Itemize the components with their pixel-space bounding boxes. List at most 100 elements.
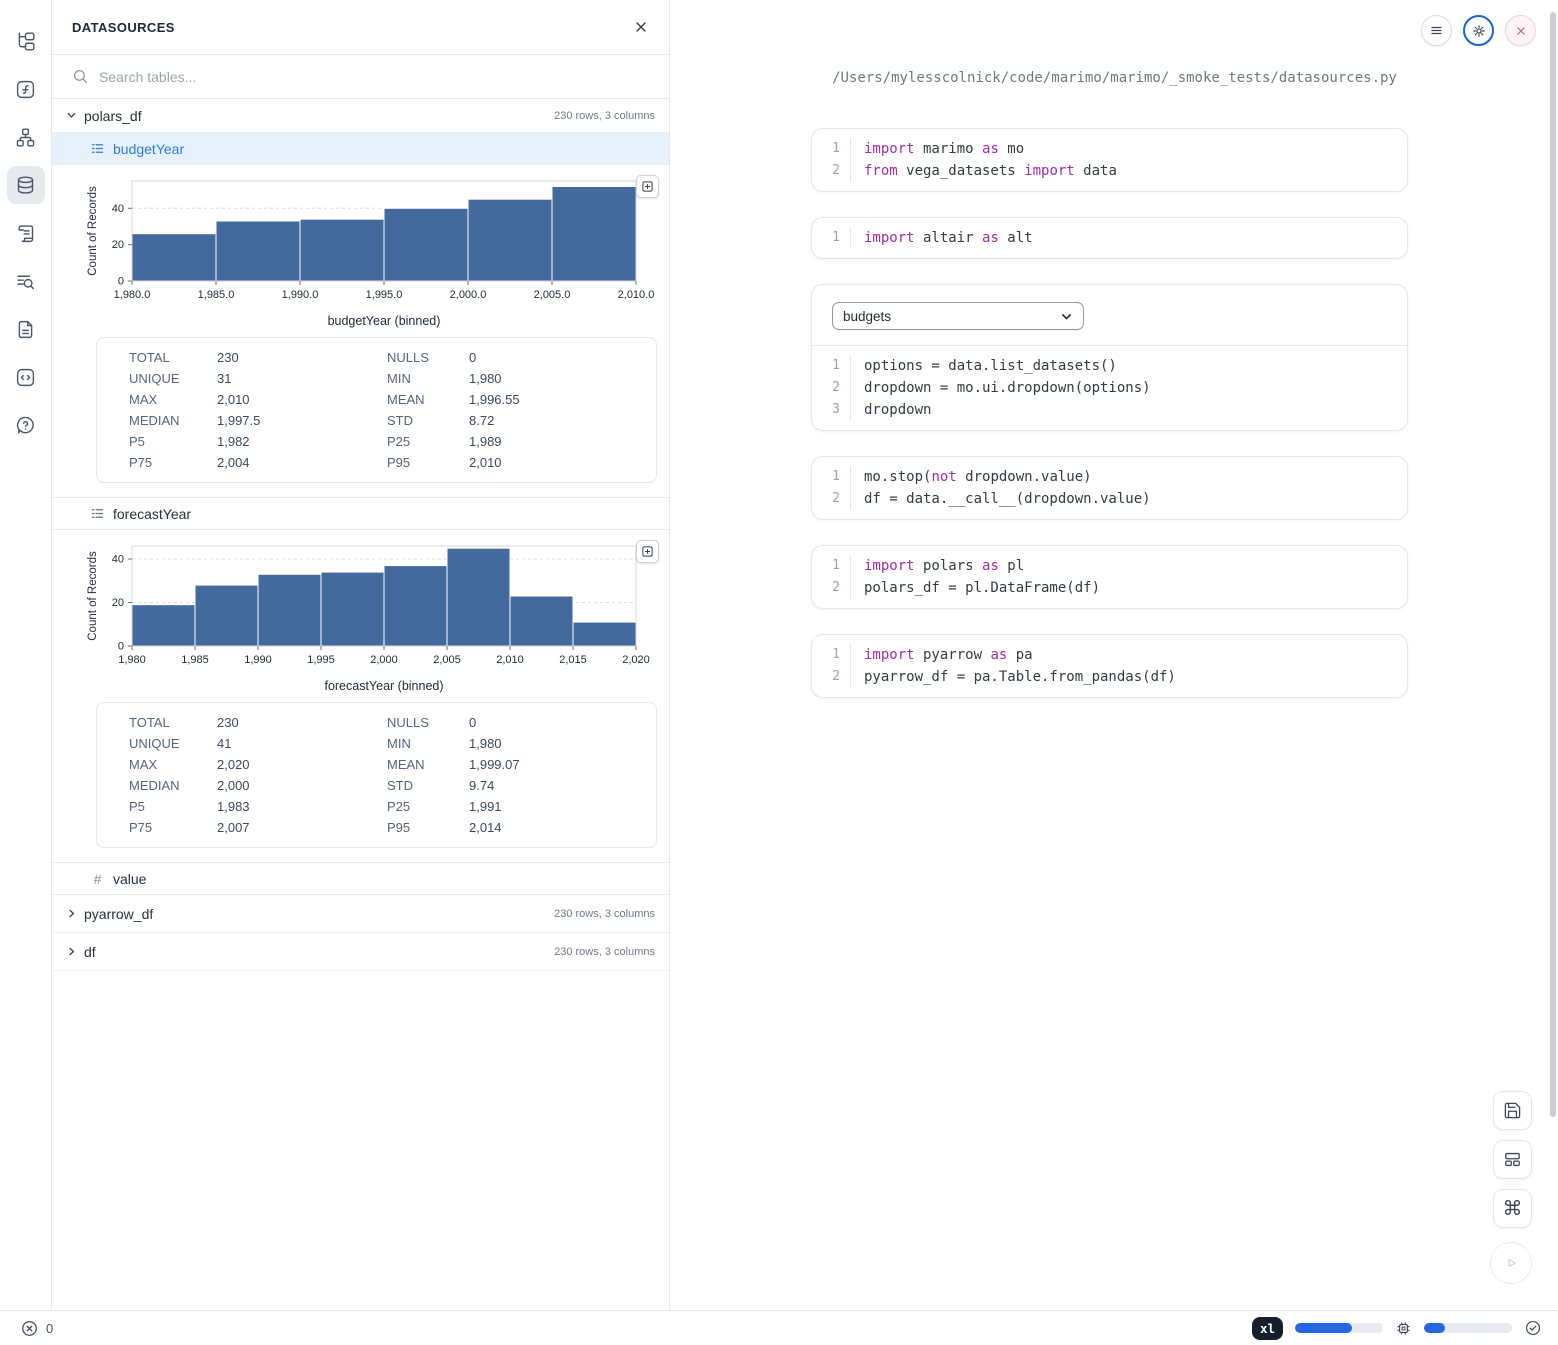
code-cell[interactable]: budgets 1options = data.list_datasets()2d… [811,284,1408,431]
column-row-value[interactable]: # value [52,862,669,895]
menu-button[interactable] [1421,15,1452,46]
table-meta: 230 rows, 3 columns [554,110,655,122]
save-icon [1503,1101,1522,1120]
connection-check-icon[interactable] [1524,1319,1542,1337]
stat-label: P75 [129,817,217,838]
close-icon [633,19,649,35]
column-row-budgetYear[interactable]: budgetYear [52,132,669,165]
code-line[interactable]: 1mo.stop(not dropdown.value) [812,466,1407,488]
stat-value: 31 [217,368,387,389]
sidebar-item-search[interactable] [7,262,45,300]
code-line[interactable]: 2polars_df = pl.DataFrame(df) [812,577,1407,599]
code-line[interactable]: 2df = data.__call__(dropdown.value) [812,488,1407,510]
code-cell[interactable]: 1import marimo as mo2from vega_datasets … [811,128,1408,192]
table-meta: 230 rows, 3 columns [554,908,655,920]
stat-label: MEAN [387,754,469,775]
chevron-down-icon [66,110,77,121]
code-line[interactable]: 2dropdown = mo.ui.dropdown(options) [812,377,1407,399]
histogram-bar [552,187,636,282]
svg-text:2,010.0: 2,010.0 [618,289,655,301]
sidebar-item-logs[interactable] [7,214,45,252]
table-row-polars-df[interactable]: polars_df 230 rows, 3 columns [52,99,669,132]
shutdown-button[interactable] [1505,15,1536,46]
svg-text:2,000.0: 2,000.0 [450,289,487,301]
cell-output: budgets [812,294,1407,346]
scrollbar-thumb[interactable] [1550,12,1556,1117]
command-icon: ⌘ [1503,1196,1523,1221]
line-number: 2 [812,488,850,510]
column-name: forecastYear [113,506,191,522]
expand-chart-button[interactable] [636,175,659,198]
svg-text:1,995.0: 1,995.0 [366,289,403,301]
stat-value: 2,004 [217,452,387,473]
run-all-button[interactable] [1490,1242,1532,1284]
line-number: 1 [812,355,850,377]
sidebar-item-snippets[interactable] [7,310,45,348]
budgetYear-chart-block: 020401,980.01,985.01,990.01,995.02,000.0… [52,165,669,333]
search-icon [72,68,89,85]
histogram-bar [216,221,300,281]
sidebar-item-dependencies[interactable] [7,118,45,156]
save-button[interactable] [1493,1091,1532,1130]
hamburger-menu-icon [1429,23,1444,38]
sidebar-item-console[interactable] [7,358,45,396]
keyboard-shortcuts-button[interactable]: ⌘ [1493,1189,1532,1228]
memory-meter [1424,1323,1512,1333]
code-line[interactable]: 1import pyarrow as pa [812,644,1407,666]
close-panel-button[interactable] [633,19,649,35]
svg-text:2,005.0: 2,005.0 [534,289,571,301]
activity-rail [0,0,52,1310]
svg-text:Count of Records: Count of Records [87,551,99,641]
width-badge[interactable]: xl [1252,1317,1283,1340]
stat-label: P95 [387,817,469,838]
svg-text:40: 40 [112,203,124,215]
chevron-down-icon [1060,310,1073,323]
list-type-icon [90,506,105,521]
stat-value: 230 [217,712,387,733]
chevron-right-icon [66,946,77,957]
stat-label: STD [387,410,469,431]
line-number: 1 [812,227,850,249]
code-cell[interactable]: 1import polars as pl2polars_df = pl.Data… [811,545,1408,609]
forecastYear-stats: TOTAL230NULLS0UNIQUE41MIN1,980MAX2,020ME… [96,702,657,848]
table-row-df[interactable]: df 230 rows, 3 columns [52,933,669,971]
sidebar-item-help[interactable] [7,406,45,444]
status-bar: 0 xl [0,1310,1558,1345]
code-line[interactable]: 1import altair as alt [812,227,1407,249]
search-input[interactable] [99,69,649,85]
expand-chart-button[interactable] [636,540,659,563]
histogram-bar [447,548,510,646]
column-name: value [113,871,146,887]
code-line[interactable]: 2from vega_datasets import data [812,160,1407,182]
svg-text:0: 0 [118,641,124,653]
settings-button[interactable] [1463,15,1494,46]
code-line[interactable]: 3dropdown [812,399,1407,421]
code-line[interactable]: 1import marimo as mo [812,138,1407,160]
sidebar-item-functions[interactable] [7,70,45,108]
code-cell[interactable]: 1import altair as alt [811,217,1408,259]
column-row-forecastYear[interactable]: forecastYear [52,497,669,530]
code-cell[interactable]: 1mo.stop(not dropdown.value)2df = data._… [811,456,1408,520]
notebook-editor: /Users/mylesscolnick/code/marimo/marimo/… [671,0,1558,1310]
error-count: 0 [46,1321,53,1336]
cpu-chip-icon [1395,1320,1412,1337]
code-line[interactable]: 1options = data.list_datasets() [812,355,1407,377]
plus-square-icon [641,545,654,558]
code-line[interactable]: 1import polars as pl [812,555,1407,577]
column-name: budgetYear [113,141,184,157]
code-square-icon [15,367,36,388]
stat-value: 1,980 [469,733,656,754]
table-row-pyarrow-df[interactable]: pyarrow_df 230 rows, 3 columns [52,895,669,933]
stat-label: STD [387,775,469,796]
sidebar-item-datasources[interactable] [7,166,45,204]
stat-value: 8.72 [469,410,656,431]
svg-text:1,990.0: 1,990.0 [282,289,319,301]
code-line[interactable]: 2pyarrow_df = pa.Table.from_pandas(df) [812,666,1407,688]
plus-square-icon [641,180,654,193]
error-counter[interactable]: 0 [20,1319,53,1338]
dataset-dropdown[interactable]: budgets [832,302,1084,330]
code-cell[interactable]: 1import pyarrow as pa2pyarrow_df = pa.Ta… [811,634,1408,698]
line-number: 2 [812,377,850,399]
sidebar-item-file-tree[interactable] [7,22,45,60]
layout-panels-button[interactable] [1493,1140,1532,1179]
